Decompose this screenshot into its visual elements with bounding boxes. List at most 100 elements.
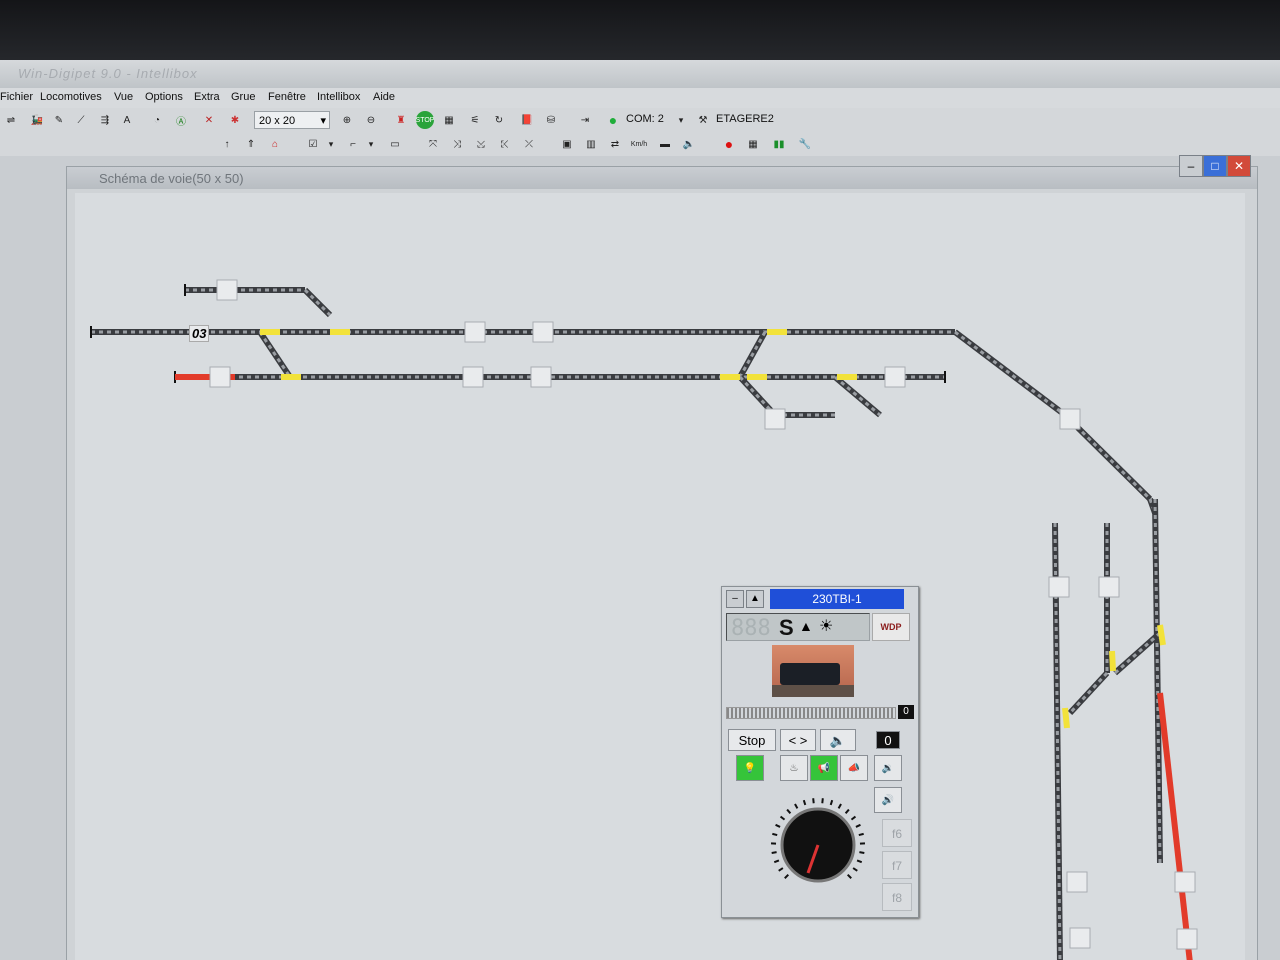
track-contact[interactable] bbox=[530, 366, 552, 388]
smoke-function-icon[interactable]: ♨ bbox=[780, 755, 808, 781]
signal-icon[interactable]: ✱ bbox=[226, 111, 244, 129]
menu-intellibox[interactable]: Intellibox bbox=[317, 91, 360, 103]
stop-square-icon[interactable]: ▦ bbox=[744, 135, 762, 153]
horn-1-icon[interactable]: 📢 bbox=[810, 755, 838, 781]
track-contact[interactable] bbox=[1048, 576, 1070, 598]
locomotive-icon[interactable]: 🚂 bbox=[28, 111, 46, 129]
arrow-up-bar-icon[interactable]: ⇑ bbox=[242, 135, 260, 153]
speed-knob[interactable] bbox=[768, 795, 868, 895]
chevron-down-icon[interactable]: ▾ bbox=[672, 111, 690, 129]
edit-icon[interactable]: ✎ bbox=[50, 111, 68, 129]
track-contact[interactable] bbox=[1069, 927, 1091, 949]
checkbox-icon[interactable]: ☑ bbox=[304, 135, 322, 153]
route-yellow-icon[interactable]: ⤨ bbox=[448, 135, 466, 153]
function-key-f8[interactable]: f8 bbox=[882, 883, 912, 911]
close-icon[interactable]: ✕ bbox=[1227, 155, 1251, 177]
wrench-icon[interactable]: 🔧 bbox=[796, 135, 814, 153]
arrow-up-icon[interactable]: ▲ bbox=[746, 590, 764, 608]
database-icon[interactable]: ⛁ bbox=[542, 111, 560, 129]
tools-icon[interactable]: ⚒ bbox=[694, 111, 712, 129]
track-contact[interactable] bbox=[216, 279, 238, 301]
reverse-button[interactable]: < > bbox=[780, 729, 816, 751]
route-icon[interactable]: ⇶ bbox=[96, 111, 114, 129]
route-delete-icon[interactable]: ⤫ bbox=[520, 135, 538, 153]
menu-fichier[interactable]: Fichier bbox=[0, 91, 33, 103]
track-canvas[interactable]: 03 bbox=[75, 193, 1245, 960]
turnout[interactable] bbox=[1109, 650, 1116, 672]
track-contact[interactable] bbox=[1176, 928, 1198, 950]
automatic-mode-icon[interactable]: Ⓐ bbox=[172, 111, 190, 129]
house-icon[interactable]: ⌂ bbox=[266, 135, 284, 153]
record-icon[interactable]: ● bbox=[720, 135, 738, 153]
switch-icon[interactable]: ⚟ bbox=[466, 111, 484, 129]
knob-tick bbox=[771, 851, 777, 854]
clock-icon[interactable]: ◔ bbox=[148, 111, 166, 129]
auto-icon[interactable]: A bbox=[118, 111, 136, 129]
menu-extra[interactable]: Extra bbox=[194, 91, 220, 103]
track-contact[interactable] bbox=[1174, 871, 1196, 893]
sound-icon[interactable]: 🔈 bbox=[680, 135, 698, 153]
maximize-icon[interactable]: □ bbox=[1203, 155, 1227, 177]
track-contact[interactable] bbox=[764, 408, 786, 430]
grid-icon[interactable]: ▦ bbox=[440, 111, 458, 129]
bars-icon[interactable]: ▮▮ bbox=[770, 135, 788, 153]
track-contact[interactable] bbox=[532, 321, 554, 343]
track-contact[interactable] bbox=[464, 321, 486, 343]
sound-off-icon[interactable]: 🔈 bbox=[820, 729, 856, 751]
book-icon[interactable]: 📕 bbox=[518, 111, 536, 129]
minimize-icon[interactable]: – bbox=[1179, 155, 1203, 177]
profile-label[interactable]: ETAGERE2 bbox=[716, 113, 774, 125]
track-contact[interactable] bbox=[1098, 576, 1120, 598]
turnout[interactable] bbox=[1062, 707, 1070, 729]
zoom-out-icon[interactable]: ⊖ bbox=[362, 111, 380, 129]
kmh-icon[interactable]: Km/h bbox=[630, 135, 648, 153]
knob-tick bbox=[855, 823, 861, 828]
menu-aide[interactable]: Aide bbox=[373, 91, 395, 103]
function-key-f7[interactable]: f7 bbox=[882, 851, 912, 879]
track-contact[interactable] bbox=[1059, 408, 1081, 430]
track-contact[interactable] bbox=[209, 366, 231, 388]
track-contact[interactable] bbox=[1066, 871, 1088, 893]
occupied-track[interactable] bbox=[1157, 692, 1193, 960]
monitor-icon[interactable]: ▬ bbox=[656, 135, 674, 153]
menu-locomotives[interactable]: Locomotives bbox=[40, 91, 102, 103]
window-icon[interactable]: ▣ bbox=[558, 135, 576, 153]
track-contact[interactable] bbox=[462, 366, 484, 388]
palette-icon[interactable]: ▥ bbox=[582, 135, 600, 153]
menu-grue[interactable]: Grue bbox=[231, 91, 255, 103]
stop-button[interactable]: Stop bbox=[728, 729, 776, 751]
turnout-icon[interactable]: ⇌ bbox=[2, 111, 20, 129]
route-edit-icon[interactable]: ⤪ bbox=[496, 135, 514, 153]
edit-route-icon[interactable]: ⇄ bbox=[606, 135, 624, 153]
chevron-down-icon[interactable]: ▾ bbox=[322, 135, 340, 153]
function-key-f6[interactable]: f6 bbox=[882, 819, 912, 847]
speed-value: 0 bbox=[898, 705, 914, 719]
refresh-icon[interactable]: ↻ bbox=[490, 111, 508, 129]
knob-tick bbox=[812, 798, 815, 804]
panel-header: – ▲ 230TBI-1 bbox=[724, 589, 914, 609]
exit-icon[interactable]: ⇥ bbox=[576, 111, 594, 129]
light-function-icon[interactable]: 💡 bbox=[736, 755, 764, 781]
chevron-down-icon[interactable]: ▾ bbox=[362, 135, 380, 153]
route-mark-icon[interactable]: ⤩ bbox=[472, 135, 490, 153]
minimize-icon[interactable]: – bbox=[726, 590, 744, 608]
sound-2-icon[interactable]: 🔊 bbox=[874, 787, 902, 813]
sound-1-icon[interactable]: 🔉 bbox=[874, 755, 902, 781]
grid-size-value: 20 x 20 bbox=[259, 115, 296, 127]
arrow-up-icon[interactable]: ↑ bbox=[218, 135, 236, 153]
zoom-in-icon[interactable]: ⊕ bbox=[338, 111, 356, 129]
crossing-icon[interactable]: ✕ bbox=[200, 111, 218, 129]
route-select-icon[interactable]: ⤧ bbox=[424, 135, 442, 153]
track-draw-icon[interactable]: ⟋ bbox=[72, 111, 90, 129]
menu-options[interactable]: Options bbox=[145, 91, 183, 103]
menu-vue[interactable]: Vue bbox=[114, 91, 133, 103]
corner-icon[interactable]: ⌐ bbox=[344, 135, 362, 153]
stop-icon[interactable]: STOP bbox=[416, 111, 434, 129]
grid-size-select[interactable]: 20 x 20 ▾ bbox=[254, 111, 330, 129]
track-contact[interactable] bbox=[884, 366, 906, 388]
menu-fenetre[interactable]: Fenêtre bbox=[268, 91, 306, 103]
horn-2-icon[interactable]: 📣 bbox=[840, 755, 868, 781]
locomotive-red-icon[interactable]: ♜ bbox=[392, 111, 410, 129]
turnout[interactable] bbox=[1157, 624, 1166, 646]
layout-icon[interactable]: ▭ bbox=[386, 135, 404, 153]
